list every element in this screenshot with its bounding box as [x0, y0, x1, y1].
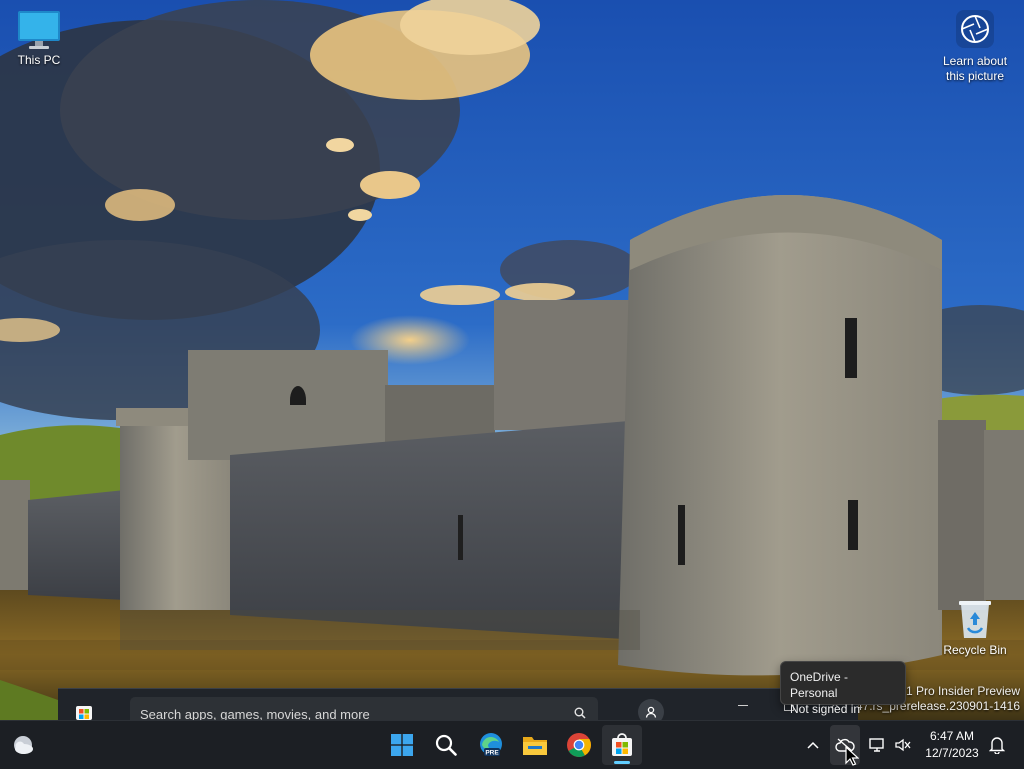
notification-bell-icon — [989, 737, 1005, 754]
monitor-icon — [18, 11, 60, 49]
learn-line-1: Learn about — [942, 54, 1008, 68]
edge-badge: PRE — [485, 750, 499, 757]
search-icon[interactable] — [574, 707, 586, 719]
store-logo-icon — [76, 706, 92, 720]
learn-about-picture[interactable]: Learn about this picture — [936, 10, 1014, 84]
person-icon — [645, 706, 657, 718]
taskbar-edge-preview[interactable]: PRE — [470, 725, 512, 765]
store-search-box[interactable] — [130, 697, 598, 720]
start-button[interactable] — [382, 725, 422, 765]
volume-muted-icon — [895, 738, 911, 752]
chevron-up-icon — [807, 741, 819, 749]
desktop[interactable]: This PC Recycle Bin Learn about this pic… — [0, 0, 1024, 720]
chrome-icon — [567, 733, 591, 757]
onedrive-tooltip: OneDrive - Personal Not signed in — [780, 661, 906, 716]
edge-preview-icon: PRE — [480, 733, 502, 757]
wallpaper-castle — [0, 0, 1024, 720]
tooltip-status: Not signed in — [790, 702, 861, 716]
taskbar-file-explorer[interactable] — [514, 725, 556, 765]
widgets-button[interactable] — [6, 725, 40, 765]
desktop-icon-label: This PC — [17, 53, 61, 67]
folder-icon — [523, 737, 547, 755]
taskbar-chrome[interactable] — [558, 725, 600, 765]
recycle-bin-icon — [959, 601, 991, 638]
taskbar: PRE 6:47 AM 12/7/2023 — [0, 720, 1024, 769]
desktop-icon-label: Recycle Bin — [943, 643, 1007, 657]
running-indicator — [614, 761, 630, 764]
taskbar-clock[interactable]: 6:47 AM 12/7/2023 — [918, 728, 986, 762]
store-account-button[interactable] — [638, 699, 664, 720]
tray-network[interactable] — [864, 725, 890, 765]
store-bag-icon — [612, 733, 632, 756]
search-icon — [435, 734, 457, 756]
clock-date: 12/7/2023 — [925, 746, 979, 760]
windows-logo-icon — [391, 734, 413, 756]
store-search-input[interactable] — [140, 703, 560, 720]
desktop-icon-this-pc[interactable]: This PC — [0, 10, 78, 68]
show-hidden-icons-button[interactable] — [800, 725, 826, 765]
tray-volume[interactable] — [890, 725, 916, 765]
taskbar-search-button[interactable] — [426, 725, 466, 765]
weather-cloud-icon — [14, 736, 33, 754]
notification-center-button[interactable] — [986, 725, 1008, 765]
tooltip-title: OneDrive - Personal — [790, 670, 849, 700]
network-icon — [869, 738, 884, 752]
desktop-icon-recycle-bin[interactable]: Recycle Bin — [936, 598, 1014, 658]
store-window-titlebar[interactable] — [58, 688, 858, 720]
camera-aperture-icon — [956, 10, 994, 48]
taskbar-microsoft-store[interactable] — [602, 725, 642, 765]
learn-line-2: this picture — [945, 69, 1005, 83]
clock-time: 6:47 AM — [929, 729, 975, 743]
mouse-cursor — [845, 746, 859, 766]
minimize-icon[interactable] — [738, 705, 748, 706]
